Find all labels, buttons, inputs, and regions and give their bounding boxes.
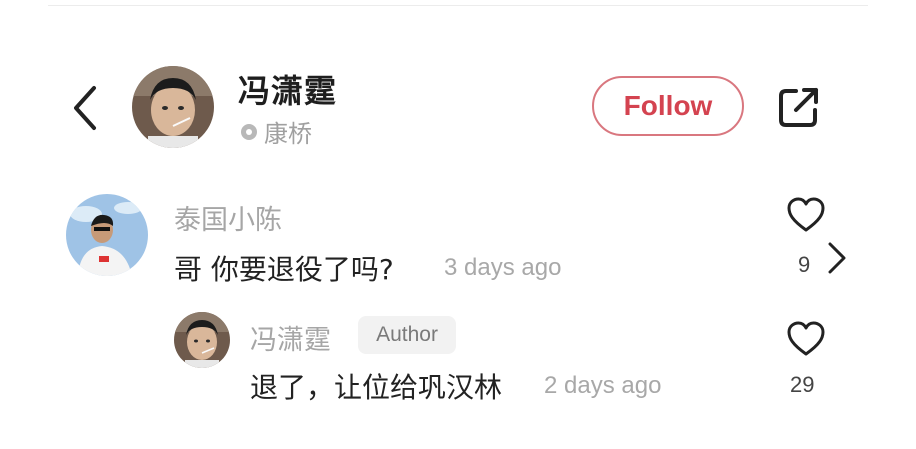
comment-author[interactable]: 泰国小陈: [174, 198, 282, 237]
like-count: 29: [790, 372, 815, 397]
comment-timestamp: 3 days ago: [444, 254, 562, 281]
share-external-icon[interactable]: [774, 82, 824, 132]
commenter-avatar[interactable]: [66, 194, 148, 276]
reply-author-avatar[interactable]: [174, 312, 230, 368]
user-location: 康桥: [238, 114, 312, 149]
reply-text: 退了，让位给巩汉林: [250, 371, 503, 404]
comment-page: 冯潇霆 康桥 Follow 泰国小陈 哥 你要退役了吗? 3 days ago …: [0, 0, 916, 449]
user-avatar[interactable]: [132, 66, 214, 148]
reply-author[interactable]: 冯潇霆: [250, 318, 331, 357]
author-badge: Author: [358, 316, 456, 354]
user-name[interactable]: 冯潇霆: [238, 66, 337, 112]
heart-outline-icon[interactable]: [786, 320, 826, 358]
comment-text: 哥 你要退役了吗?: [174, 253, 394, 286]
reply-timestamp: 2 days ago: [544, 372, 662, 399]
location-label: 康桥: [264, 120, 312, 148]
chevron-left-icon[interactable]: [66, 80, 106, 136]
like-count: 9: [798, 252, 811, 277]
heart-outline-icon[interactable]: [786, 196, 826, 234]
chevron-right-icon[interactable]: [824, 240, 850, 276]
follow-button[interactable]: Follow: [592, 76, 744, 136]
location-pin-icon: [241, 123, 257, 140]
top-divider: [48, 0, 868, 6]
